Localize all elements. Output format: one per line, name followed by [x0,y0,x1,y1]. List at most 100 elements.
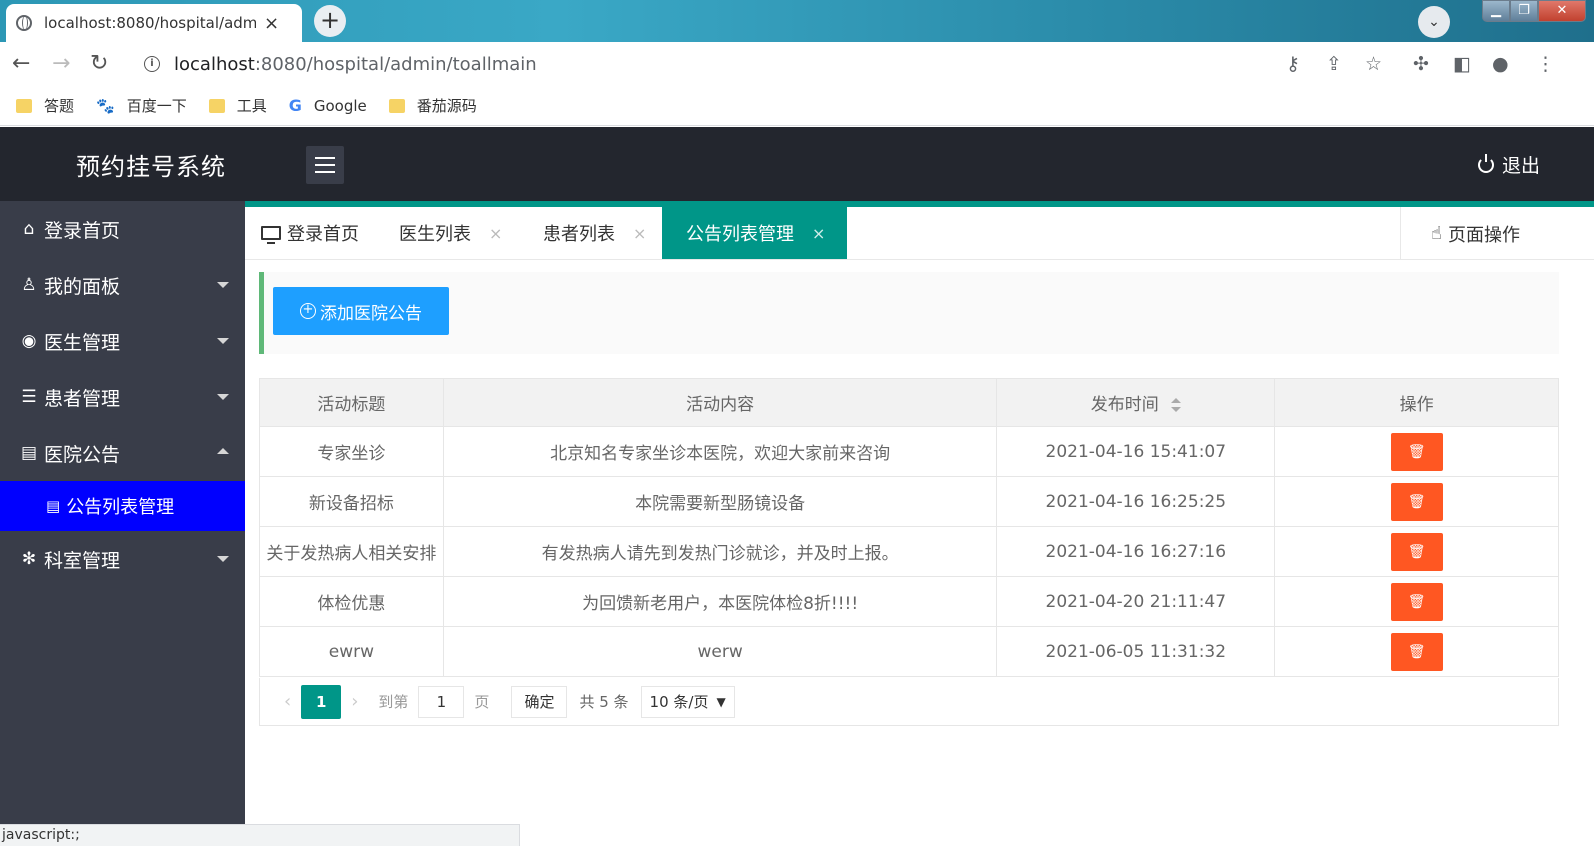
sidebar: ⌂ 登录首页 ♙ 我的面板 ◉ 医生管理 ☰ 患者管理 ▤ 医院公告 ▤ 公告列… [0,201,245,824]
trash-icon: 🗑 [1407,643,1426,660]
tab-home[interactable]: 登录首页 [261,207,359,259]
tab-doctor-list[interactable]: 医生列表 × [399,207,502,259]
google-icon: G [288,96,302,115]
minimize-button[interactable]: ▁ [1482,0,1510,22]
sidebar-item-label: 登录首页 [44,219,121,242]
hand-pointer-icon: ☝ [1431,223,1442,244]
delete-button[interactable]: 🗑 [1390,482,1443,521]
tab-label: 患者列表 [543,224,615,245]
cell-time: 2021-04-20 21:11:47 [996,576,1276,627]
chevron-down-icon [217,394,229,400]
goto-page-input[interactable]: 1 [418,685,465,718]
site-info-icon[interactable]: i [144,56,160,72]
maximize-button[interactable]: ❐ [1510,0,1538,22]
chevron-down-icon [217,556,229,562]
profile-icon[interactable]: ● [1492,52,1509,76]
close-tab-button[interactable]: × [264,13,279,34]
tab-label: 医生列表 [399,224,471,245]
sidebar-item-doctors[interactable]: ◉ 医生管理 [0,313,245,369]
close-icon[interactable]: × [812,224,825,243]
delete-button[interactable]: 🗑 [1390,532,1443,571]
table-row: 新设备招标 本院需要新型肠镜设备 2021-04-16 16:25:25 🗑 [259,476,1559,527]
add-notice-button[interactable]: + 添加医院公告 [273,287,449,335]
table-row: 专家坐诊 北京知名专家坐诊本医院，欢迎大家前来咨询 2021-04-16 15:… [259,426,1559,477]
page-unit-label: 页 [474,693,490,711]
doctor-icon: ◉ [21,331,37,351]
cell-content: 为回馈新老用户，本医院体检8折!!!! [442,576,998,627]
browser-titlebar: localhost:8080/hospital/admin × + ⌄ ▁ ❐ … [0,0,1594,42]
cell-actions: 🗑 [1274,476,1559,527]
folder-icon [16,98,32,113]
sidebar-item-notices[interactable]: ▤ 医院公告 [0,425,245,481]
bookmark-item[interactable]: 工具 [208,95,267,116]
prev-page-button[interactable]: ‹ [284,691,291,712]
trash-icon: 🗑 [1407,493,1426,510]
side-panel-icon[interactable]: ◧ [1453,52,1471,76]
page-size-value: 10 条/页 [649,692,709,711]
current-page[interactable]: 1 [301,684,342,719]
browser-tab-title: localhost:8080/hospital/admin [44,14,256,32]
browser-tab[interactable]: localhost:8080/hospital/admin × [6,4,302,42]
cell-title: ewrw [259,626,444,677]
bookmark-item[interactable]: 番茄源码 [388,95,477,116]
sidebar-item-label: 我的面板 [44,275,121,298]
column-header-sortable[interactable]: 发布时间 [996,378,1276,427]
add-notice-label: 添加医院公告 [320,303,422,324]
window-controls: ▁ ❐ ✕ [1482,0,1586,22]
chevron-down-icon: ⌄ [1428,14,1440,30]
url-path: :8080/hospital/admin/toallmain [254,53,537,75]
delete-button[interactable]: 🗑 [1390,582,1443,621]
add-circle-icon: + [300,303,316,319]
reload-icon[interactable]: ↻ [90,51,108,77]
menu-icon[interactable]: ⋮ [1536,52,1555,76]
bookmarks-bar: 答题 🐾 百度一下 工具 G Google 番茄源码 [0,86,1594,126]
forward-icon[interactable]: → [52,51,70,77]
main-content: + 添加医院公告 活动标题 活动内容 发布时间 操作 专家坐诊 北京知名专家坐诊… [245,260,1594,824]
extensions-icon[interactable]: ✣ [1413,52,1429,76]
close-icon[interactable]: × [489,224,502,243]
page-size-select[interactable]: 10 条/页 ▼ [640,685,735,718]
chevron-down-icon: ▼ [716,694,726,709]
sidebar-item-home[interactable]: ⌂ 登录首页 [0,201,245,257]
notice-table: 活动标题 活动内容 发布时间 操作 专家坐诊 北京知名专家坐诊本医院，欢迎大家前… [259,378,1559,677]
key-icon[interactable]: ⚷ [1286,52,1300,76]
folder-icon [388,98,405,113]
goto-label: 到第 [378,693,409,711]
cell-content: werw [442,626,998,677]
delete-button[interactable]: 🗑 [1390,432,1443,471]
monitor-icon [261,226,281,244]
back-icon[interactable]: ← [12,51,30,77]
sidebar-toggle-button[interactable] [306,146,344,184]
new-tab-button[interactable]: + [314,5,346,37]
bookmark-label: 工具 [236,97,267,115]
share-icon[interactable]: ⇪ [1326,52,1342,76]
sidebar-item-departments[interactable]: ✻ 科室管理 [0,531,245,587]
sidebar-item-dashboard[interactable]: ♙ 我的面板 [0,257,245,313]
table-row: ewrw werw 2021-06-05 11:31:32 🗑 [259,626,1559,677]
menu-icon-bar [315,157,335,159]
column-header-label: 发布时间 [1090,395,1159,415]
sidebar-item-patients[interactable]: ☰ 患者管理 [0,369,245,425]
next-page-button[interactable]: › [351,691,358,712]
close-window-button[interactable]: ✕ [1538,0,1586,22]
sidebar-subitem-notice-list[interactable]: ▤ 公告列表管理 [0,481,245,531]
tab-patient-list[interactable]: 患者列表 × [543,207,646,259]
goto-confirm-button[interactable]: 确定 [511,685,568,718]
logout-button[interactable]: 退出 [1478,151,1540,178]
close-icon[interactable]: × [633,224,646,243]
bookmark-item[interactable]: 答题 [16,95,74,116]
cell-content: 北京知名专家坐诊本医院，欢迎大家前来咨询 [442,426,998,477]
tab-search-button[interactable]: ⌄ [1418,6,1450,38]
cell-time: 2021-04-16 16:27:16 [996,526,1276,577]
chevron-down-icon [217,338,229,344]
tab-notice-list[interactable]: 公告列表管理 × [662,207,848,259]
address-bar[interactable]: i localhost:8080/hospital/admin/toallmai… [132,46,1398,82]
page-operations-button[interactable]: ☝ 页面操作 [1400,207,1594,260]
bookmark-item[interactable]: 🐾 百度一下 [96,95,187,116]
sort-icon[interactable] [1170,398,1181,412]
delete-button[interactable]: 🗑 [1390,632,1443,671]
cell-actions: 🗑 [1274,626,1559,677]
star-icon[interactable]: ☆ [1365,52,1382,76]
cell-title: 专家坐诊 [259,426,444,477]
bookmark-item[interactable]: G Google [289,96,367,115]
